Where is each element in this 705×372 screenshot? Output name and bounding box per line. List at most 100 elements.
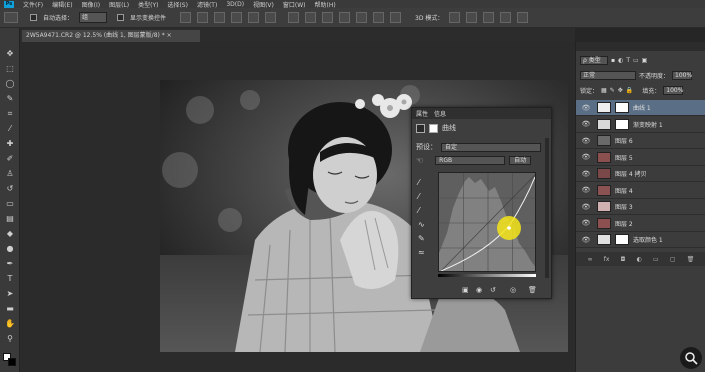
filter-adjust-icon[interactable]: ◐ [618,57,623,64]
distribute-right-icon[interactable] [373,12,385,23]
eyedropper-black-icon[interactable]: ⁄ [418,178,419,187]
crop-tool-icon[interactable]: ⌗ [4,108,16,119]
align-top-icon[interactable] [180,12,192,23]
path-select-tool-icon[interactable]: ➤ [4,288,16,299]
layer-mask-thumbnail[interactable] [615,118,629,130]
3d-pan-icon[interactable] [483,12,495,23]
link-icon[interactable]: ∞ [588,256,593,263]
filter-shape-icon[interactable]: ▭ [633,57,639,64]
filter-type-icon[interactable]: T [626,57,630,64]
move-tool-icon[interactable]: ✥ [4,48,16,59]
adjustment-icon[interactable]: ◐ [637,256,642,263]
hand-adjust-icon[interactable]: ☜ [416,156,423,165]
new-layer-icon[interactable]: ▢ [670,256,676,263]
eyedropper-gray-icon[interactable]: ⁄ [418,192,419,201]
lock-transparent-icon[interactable]: ▦ [601,87,607,94]
channel-dropdown[interactable]: RGB [435,156,506,165]
blend-mode-dropdown[interactable]: 正常 [580,71,636,80]
auto-select-dropdown[interactable]: 组 [79,12,108,23]
layer-row[interactable]: 👁 图层 4 [576,183,705,199]
visibility-eye-icon[interactable]: 👁 [581,236,591,244]
healing-brush-tool-icon[interactable]: ✚ [4,138,16,149]
zoom-tool-icon[interactable]: ⚲ [4,333,16,344]
align-right-icon[interactable] [265,12,277,23]
curve-edit-icon[interactable]: ∿ [418,220,425,229]
distribute-left-icon[interactable] [339,12,351,23]
hand-tool-icon[interactable]: ✋ [4,318,16,329]
visibility-eye-icon[interactable]: 👁 [581,170,591,178]
filter-pixel-icon[interactable]: ▪ [611,57,615,64]
tab-info[interactable]: 信息 [434,109,446,118]
reset-icon[interactable]: ↺ [490,286,496,294]
3d-roll-icon[interactable] [466,12,478,23]
align-hcenter-icon[interactable] [248,12,260,23]
clip-layer-icon[interactable]: ▣ [462,286,469,294]
visibility-eye-icon[interactable]: 👁 [581,137,591,145]
distribute-bottom-icon[interactable] [322,12,334,23]
layer-row[interactable]: 👁 图层 6 [576,133,705,149]
clone-stamp-tool-icon[interactable]: ♙ [4,168,16,179]
fx-icon[interactable]: fx [604,256,610,263]
shape-tool-icon[interactable]: ▬ [4,303,16,314]
layer-row[interactable]: 👁 渐变映射 1 [576,117,705,133]
auto-align-icon[interactable] [390,12,402,23]
visibility-eye-icon[interactable]: 👁 [581,219,591,227]
distribute-vcenter-icon[interactable] [305,12,317,23]
lasso-tool-icon[interactable]: ◯ [4,78,16,89]
visibility-icon[interactable]: ◎ [510,286,516,294]
3d-slide-icon[interactable] [500,12,512,23]
preset-dropdown[interactable]: 自定 [441,142,541,152]
move-tool-icon[interactable] [4,12,18,23]
history-brush-tool-icon[interactable]: ↺ [4,183,16,194]
layer-row[interactable]: 👁 图层 4 拷贝 [576,166,705,182]
smooth-icon[interactable]: ≈ [418,248,425,257]
3d-scale-icon[interactable] [517,12,529,23]
lock-pixels-icon[interactable]: ✎ [610,87,615,94]
layer-row[interactable]: 👁 图层 3 [576,199,705,215]
marquee-tool-icon[interactable]: ⬚ [4,63,16,74]
dodge-tool-icon[interactable]: ● [4,243,16,254]
menu-3d[interactable]: 3D(D) [226,1,244,8]
visibility-eye-icon[interactable]: 👁 [581,153,591,161]
layer-mask-thumbnail[interactable] [615,234,629,245]
lock-all-icon[interactable]: 🔒 [626,87,633,94]
visibility-eye-icon[interactable]: 👁 [581,203,591,211]
trash-icon[interactable]: 🗑 [687,256,695,263]
brush-tool-icon[interactable]: ✐ [4,153,16,164]
auto-select-checkbox[interactable] [30,14,37,21]
align-bottom-icon[interactable] [214,12,226,23]
curves-graph[interactable] [438,172,536,272]
pen-tool-icon[interactable]: ✒ [4,258,16,269]
auto-button[interactable]: 自动 [509,156,532,165]
opacity-input[interactable]: 100% [672,71,692,80]
layer-row[interactable]: 👁 选取颜色 1 [576,232,705,248]
align-vcenter-icon[interactable] [197,12,209,23]
visibility-eye-icon[interactable]: 👁 [581,186,591,194]
background-color-swatch[interactable] [8,358,16,366]
pencil-icon[interactable]: ✎ [418,234,425,243]
layer-row[interactable]: 👁 图层 2 [576,216,705,232]
eyedropper-white-icon[interactable]: ⁄ [418,206,419,215]
blur-tool-icon[interactable]: ◆ [4,228,16,239]
visibility-eye-icon[interactable]: 👁 [581,104,591,112]
layer-mask-thumbnail[interactable] [615,102,629,113]
quick-select-tool-icon[interactable]: ✎ [4,93,16,104]
show-transform-checkbox[interactable] [117,14,125,21]
fill-input[interactable]: 100% [663,86,683,95]
filter-smart-icon[interactable]: ▣ [642,57,648,64]
align-left-icon[interactable] [231,12,243,23]
mask-icon[interactable] [429,123,438,133]
folder-icon[interactable]: ▭ [653,256,659,263]
tab-properties[interactable]: 属性 [416,109,428,118]
distribute-top-icon[interactable] [288,12,300,23]
mask-icon[interactable]: ◘ [621,256,626,263]
eyedropper-tool-icon[interactable]: ⁄ [4,123,16,134]
visibility-eye-icon[interactable]: 👁 [581,120,591,128]
eraser-tool-icon[interactable]: ▭ [4,198,16,209]
gradient-tool-icon[interactable]: ▤ [4,213,16,224]
distribute-hcenter-icon[interactable] [356,12,368,23]
delete-icon[interactable]: 🗑 [528,286,537,294]
lock-position-icon[interactable]: ✥ [618,87,623,94]
view-previous-icon[interactable]: ◉ [476,286,482,294]
type-tool-icon[interactable]: T [4,273,16,284]
